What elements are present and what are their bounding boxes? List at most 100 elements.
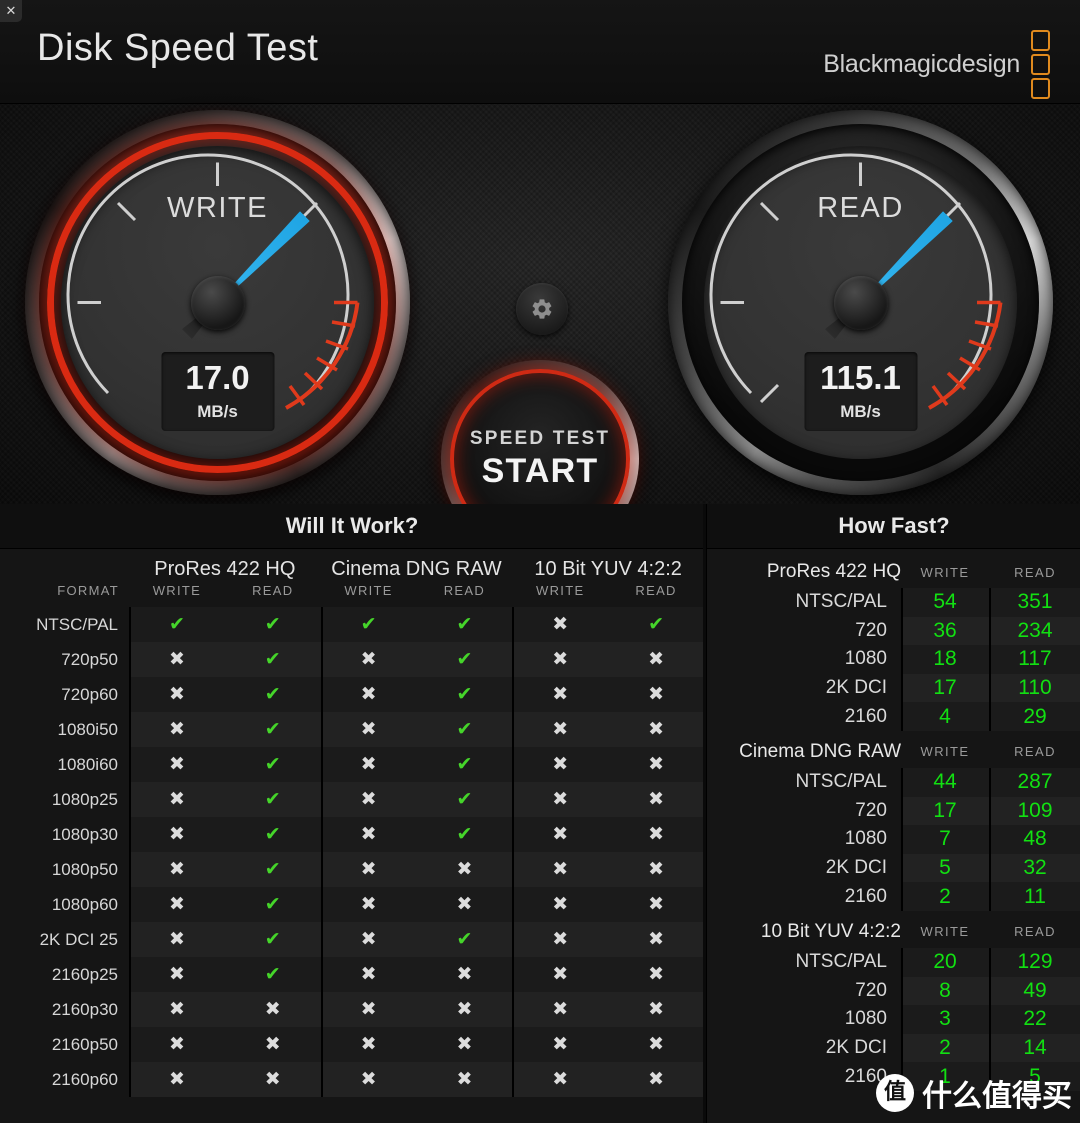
supported-cell: ✔ — [416, 817, 513, 852]
unsupported-cell: ✖ — [129, 747, 225, 782]
format-label: 2160p25 — [51, 964, 118, 984]
read-column-header: READ — [1014, 744, 1056, 760]
cross-icon: ✖ — [456, 999, 473, 1020]
table-row: 2160 2 11 — [707, 882, 1080, 911]
unsupported-cell: ✖ — [512, 747, 609, 782]
how-fast-table: ProRes 422 HQ WRITE READ NTSC/PAL 54 351 720 36… — [707, 555, 1080, 731]
unsupported-cell: ✖ — [608, 922, 704, 957]
cross-icon: ✖ — [648, 1069, 665, 1090]
write-gauge: WRITE 17.0 MB/s — [25, 110, 410, 495]
table-row: 720 36 234 — [707, 616, 1080, 646]
unsupported-cell: ✖ — [608, 852, 704, 887]
read-readout: 115.1 MB/s — [804, 352, 917, 431]
unsupported-cell: ✖ — [320, 957, 417, 992]
unsupported-cell: ✖ — [512, 782, 609, 817]
gauge-label: WRITE — [167, 192, 268, 224]
gauge-hub — [833, 275, 888, 330]
cross-icon: ✖ — [360, 999, 377, 1020]
cross-icon: ✖ — [168, 894, 185, 915]
check-icon: ✔ — [456, 929, 473, 950]
write-speed-value: 5 — [901, 853, 989, 883]
check-icon: ✔ — [456, 649, 473, 670]
write-readout: 17.0 MB/s — [161, 352, 274, 431]
supported-cell: ✔ — [416, 747, 513, 782]
unsupported-cell: ✖ — [129, 1062, 225, 1097]
cross-icon: ✖ — [168, 929, 185, 950]
how-fast-block: 10 Bit YUV 4:2:2 WRITE READ NTSC/PAL 20 129 72… — [707, 915, 1080, 1091]
unsupported-cell: ✖ — [320, 1062, 417, 1097]
check-icon: ✔ — [264, 859, 281, 880]
how-fast-body: ProRes 422 HQ WRITE READ NTSC/PAL 54 351 720 36… — [707, 549, 1080, 1091]
read-speed-value: 14 — [989, 1033, 1080, 1063]
write-unit: MB/s — [197, 402, 238, 421]
write-speed-value: 54 — [901, 588, 989, 617]
check-icon: ✔ — [264, 824, 281, 845]
watermark-badge-icon: 值 — [876, 1074, 914, 1112]
unsupported-cell: ✖ — [512, 852, 609, 887]
supported-cell: ✔ — [224, 957, 321, 992]
cross-icon: ✖ — [360, 754, 377, 775]
unsupported-cell: ✖ — [512, 712, 609, 747]
supported-cell: ✔ — [416, 607, 513, 642]
will-it-work-body: NTSC/PAL ✔ ✔ ✔ ✔ ✖ ✔ 720p50 ✖ ✔ ✖ ✔ ✖ ✖ 720p60 ✖ ✔ ✖ ✔ ✖ ✖ 10… — [0, 607, 704, 1097]
table-row: 1080p60 ✖ ✔ ✖ ✖ ✖ ✖ — [0, 887, 704, 922]
format-label: NTSC/PAL — [36, 614, 118, 634]
table-row: 720p50 ✖ ✔ ✖ ✔ ✖ ✖ — [0, 642, 704, 677]
will-it-work-panel: Will It Work? ProRes 422 HQ Cinema DNG R… — [0, 504, 704, 1123]
cross-icon: ✖ — [648, 684, 665, 705]
cross-icon: ✖ — [360, 789, 377, 810]
cross-icon: ✖ — [648, 824, 665, 845]
unsupported-cell: ✖ — [608, 747, 704, 782]
write-column-header: WRITE — [536, 583, 585, 598]
write-speed-value: 17 — [901, 673, 989, 703]
gauge-label: READ — [817, 192, 904, 224]
how-fast-table: 10 Bit YUV 4:2:2 WRITE READ NTSC/PAL 20 129 72… — [707, 915, 1080, 1091]
supported-cell: ✔ — [416, 642, 513, 677]
table-row: 2K DCI 17 110 — [707, 673, 1080, 703]
cross-icon: ✖ — [648, 999, 665, 1020]
table-row: NTSC/PAL 20 129 — [707, 947, 1080, 977]
disk-speed-test-window: ✕ Disk Speed Test Blackmagicdesign WRITE… — [0, 0, 1080, 1123]
table-row: 1080i50 ✖ ✔ ✖ ✔ ✖ ✖ — [0, 712, 704, 747]
read-speed-value: 22 — [989, 1005, 1080, 1034]
cross-icon: ✖ — [168, 824, 185, 845]
unsupported-cell: ✖ — [224, 992, 321, 1027]
format-label: 1080p25 — [51, 789, 118, 809]
settings-button[interactable] — [516, 283, 568, 335]
cross-icon: ✖ — [552, 929, 569, 950]
codec-group-header-row: ProRes 422 HQ Cinema DNG RAW 10 Bit YUV … — [0, 549, 704, 583]
start-button-label: START — [481, 451, 599, 490]
write-column-header: WRITE — [920, 924, 970, 940]
cross-icon: ✖ — [360, 824, 377, 845]
table-row: 720 8 49 — [707, 976, 1080, 1006]
cross-icon: ✖ — [168, 1034, 185, 1055]
format-label: 2160p60 — [51, 1069, 118, 1089]
table-row: 1080p30 ✖ ✔ ✖ ✔ ✖ ✖ — [0, 817, 704, 852]
cross-icon: ✖ — [648, 964, 665, 985]
unsupported-cell: ✖ — [129, 887, 225, 922]
cross-icon: ✖ — [552, 1034, 569, 1055]
format-label: 2160p50 — [51, 1034, 118, 1054]
unsupported-cell: ✖ — [512, 992, 609, 1027]
check-icon: ✔ — [456, 824, 473, 845]
unsupported-cell: ✖ — [416, 957, 513, 992]
unsupported-cell: ✖ — [608, 642, 704, 677]
resolution-label: 720 — [855, 619, 887, 641]
check-icon: ✔ — [264, 894, 281, 915]
codec-header: ProRes 422 HQ — [766, 561, 901, 582]
cross-icon: ✖ — [456, 1069, 473, 1090]
table-row: NTSC/PAL 44 287 — [707, 767, 1080, 797]
title-bar: Disk Speed Test Blackmagicdesign — [0, 0, 1080, 103]
close-icon[interactable]: ✕ — [0, 0, 22, 22]
supported-cell: ✔ — [608, 607, 704, 642]
read-column-header: READ — [635, 583, 677, 598]
brand-logo: Blackmagicdesign — [823, 30, 1050, 99]
unsupported-cell: ✖ — [512, 887, 609, 922]
cross-icon: ✖ — [168, 1069, 185, 1090]
check-icon: ✔ — [456, 719, 473, 740]
write-speed-value: 20 — [901, 947, 989, 977]
cross-icon: ✖ — [264, 999, 281, 1020]
unsupported-cell: ✖ — [320, 887, 417, 922]
cross-icon: ✖ — [648, 649, 665, 670]
check-icon: ✔ — [264, 929, 281, 950]
